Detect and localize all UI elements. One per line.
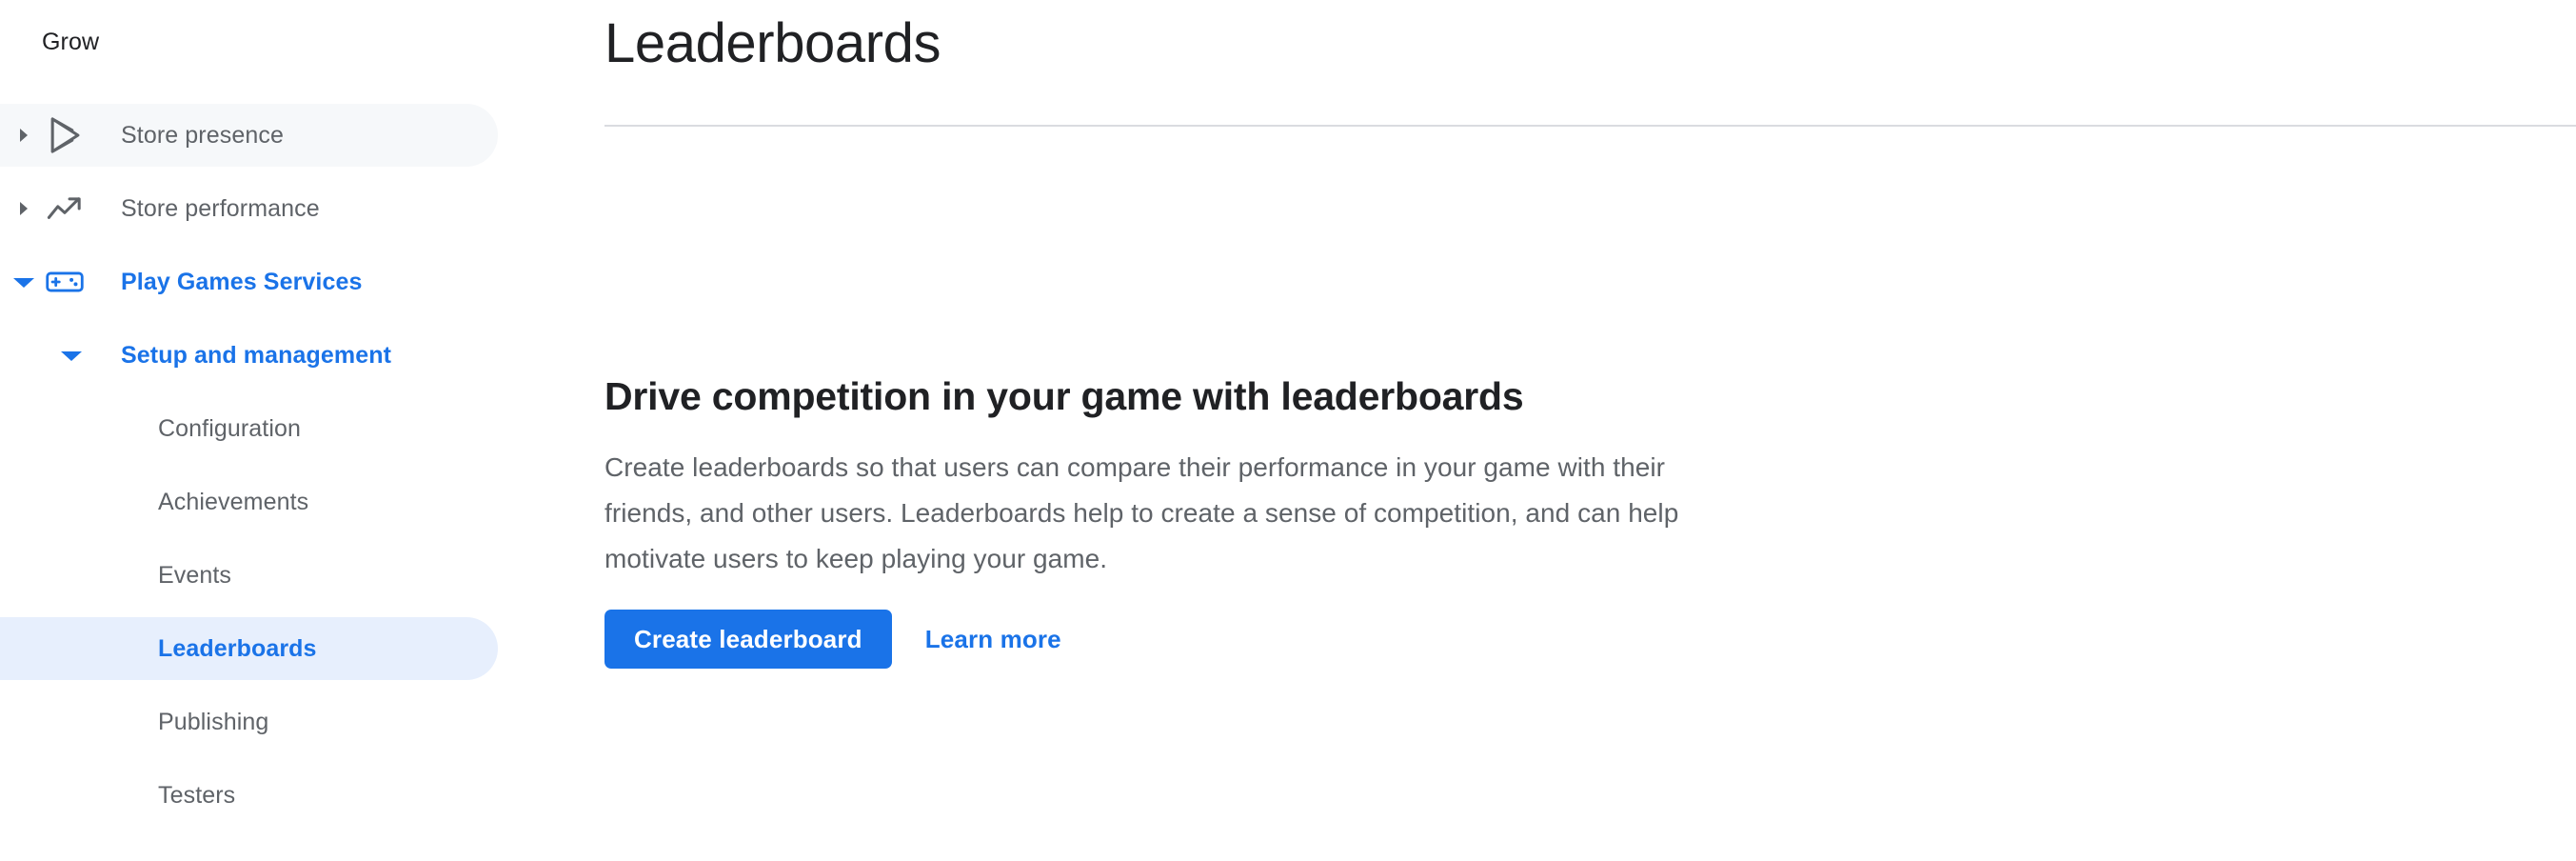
sidebar-item-label: Testers (158, 781, 236, 809)
main-content-area: Leaderboards Drive competition in your g… (604, 0, 2576, 861)
chevron-right-icon[interactable] (8, 192, 40, 225)
google-play-icon (46, 116, 84, 154)
sidebar-item-label: Play Games Services (121, 268, 363, 295)
page-title: Leaderboards (604, 12, 941, 74)
sidebar-item-label: Configuration (158, 414, 302, 442)
sidebar-item-setup-and-management[interactable]: Setup and management (0, 324, 498, 387)
empty-state-panel: Drive competition in your game with lead… (604, 371, 1747, 669)
create-leaderboard-button[interactable]: Create leaderboard (604, 610, 892, 669)
sidebar-item-store-presence[interactable]: Store presence (0, 104, 498, 167)
title-divider (604, 125, 2576, 127)
sidebar-item-label: Publishing (158, 708, 269, 735)
sidebar-item-achievements[interactable]: Achievements (0, 471, 498, 533)
learn-more-link[interactable]: Learn more (925, 625, 1061, 654)
empty-state-description: Create leaderboards so that users can co… (604, 452, 1679, 573)
chevron-down-icon[interactable] (8, 266, 40, 298)
trending-up-icon (46, 190, 84, 228)
play-console-leaderboards-page: Grow Store presence Store performance Play… (0, 0, 2576, 861)
sidebar-item-play-games-services[interactable]: Play Games Services (0, 250, 498, 313)
chevron-right-icon[interactable] (8, 119, 40, 151)
sidebar-item-configuration[interactable]: Configuration (0, 397, 498, 460)
left-sidebar-navigation: Grow Store presence Store performance Play… (0, 0, 604, 861)
sidebar-item-label: Store performance (121, 194, 320, 222)
call-to-action-row: Create leaderboard Learn more (604, 610, 1747, 669)
sidebar-item-label: Setup and management (121, 341, 391, 369)
sidebar-item-leaderboards[interactable]: Leaderboards (0, 617, 498, 680)
sidebar-item-label: Achievements (158, 488, 309, 515)
empty-state-heading: Drive competition in your game with lead… (604, 374, 1524, 418)
sidebar-item-events[interactable]: Events (0, 544, 498, 607)
sidebar-item-publishing[interactable]: Publishing (0, 691, 498, 753)
chevron-down-icon[interactable] (55, 339, 88, 371)
sidebar-item-label: Leaderboards (158, 634, 317, 662)
sidebar-item-label: Store presence (121, 121, 284, 149)
sidebar-item-label: Events (158, 561, 232, 589)
sidebar-item-store-performance[interactable]: Store performance (0, 177, 498, 240)
gamepad-icon (46, 263, 84, 301)
sidebar-item-testers[interactable]: Testers (0, 764, 498, 827)
sidebar-section-title-grow: Grow (42, 29, 100, 55)
